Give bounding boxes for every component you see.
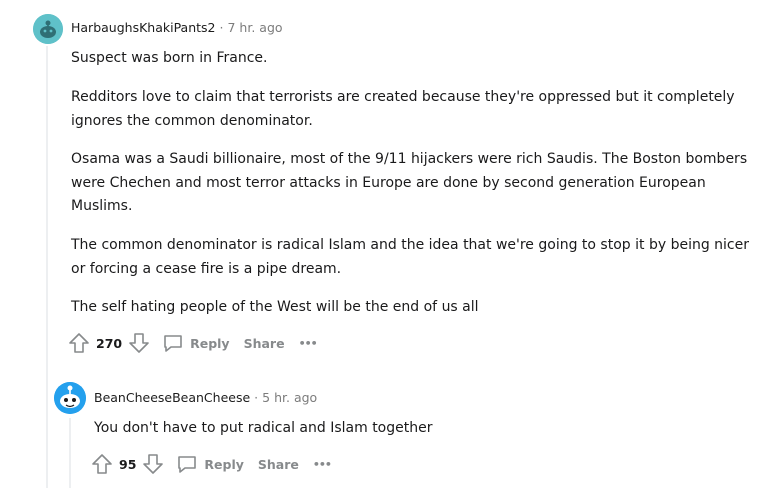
username-link[interactable]: HarbaughsKhakiPants2 [71, 20, 216, 35]
meta-separator: · [219, 20, 224, 35]
downvote-button[interactable] [128, 332, 150, 354]
comment-paragraph: The self hating people of the West will … [71, 299, 479, 315]
thread-line-reply[interactable] [69, 418, 71, 488]
avatar[interactable] [33, 14, 63, 44]
comment-paragraph: Suspect was born in France. [71, 50, 268, 66]
vote-score: 95 [119, 456, 137, 472]
comment-actions: 270 Reply Share ••• [68, 332, 318, 354]
reply-button[interactable]: Reply [162, 332, 230, 354]
downvote-button[interactable] [142, 453, 164, 475]
share-button[interactable]: Share [244, 336, 285, 351]
comment-bubble-icon [178, 456, 197, 473]
meta-separator: · [254, 390, 259, 405]
comment-bubble-icon [164, 335, 182, 352]
username-link[interactable]: BeanCheeseBeanCheese [94, 390, 250, 405]
more-options-icon: ••• [298, 336, 318, 350]
upvote-button[interactable] [91, 453, 113, 475]
more-options-icon: ••• [312, 457, 332, 471]
snoo-avatar-icon [54, 382, 86, 414]
vote-score: 270 [96, 335, 123, 351]
reply-label: Reply [190, 335, 230, 351]
downvote-arrow-icon [143, 454, 164, 474]
comment-paragraph: You don't have to put radical and Islam … [94, 420, 433, 436]
comment-meta: HarbaughsKhakiPants2 · 7 hr. ago [71, 20, 283, 35]
share-button[interactable]: Share [258, 457, 299, 472]
upvote-arrow-icon [69, 333, 89, 353]
comment-paragraph: Osama was a Saudi billionaire, most of t… [71, 151, 748, 214]
downvote-arrow-icon [129, 333, 149, 353]
comment-actions: 95 Reply Share ••• [91, 453, 332, 475]
timestamp[interactable]: 7 hr. ago [228, 20, 283, 35]
thread-line[interactable] [46, 46, 48, 488]
reply-button[interactable]: Reply [176, 453, 244, 475]
comment-meta: BeanCheeseBeanCheese · 5 hr. ago [94, 390, 317, 405]
comment-paragraph: Redditors love to claim that terrorists … [71, 89, 735, 129]
more-options-button[interactable]: ••• [298, 336, 318, 350]
snoo-avatar-icon [33, 14, 63, 44]
reply-label: Reply [204, 456, 244, 472]
share-label: Share [243, 335, 285, 351]
timestamp[interactable]: 5 hr. ago [262, 390, 317, 405]
upvote-button[interactable] [68, 332, 90, 354]
upvote-arrow-icon [92, 454, 112, 474]
share-label: Share [257, 456, 299, 472]
avatar[interactable] [54, 382, 86, 414]
more-options-button[interactable]: ••• [312, 457, 332, 471]
comment-paragraph: The common denominator is radical Islam … [71, 237, 749, 277]
